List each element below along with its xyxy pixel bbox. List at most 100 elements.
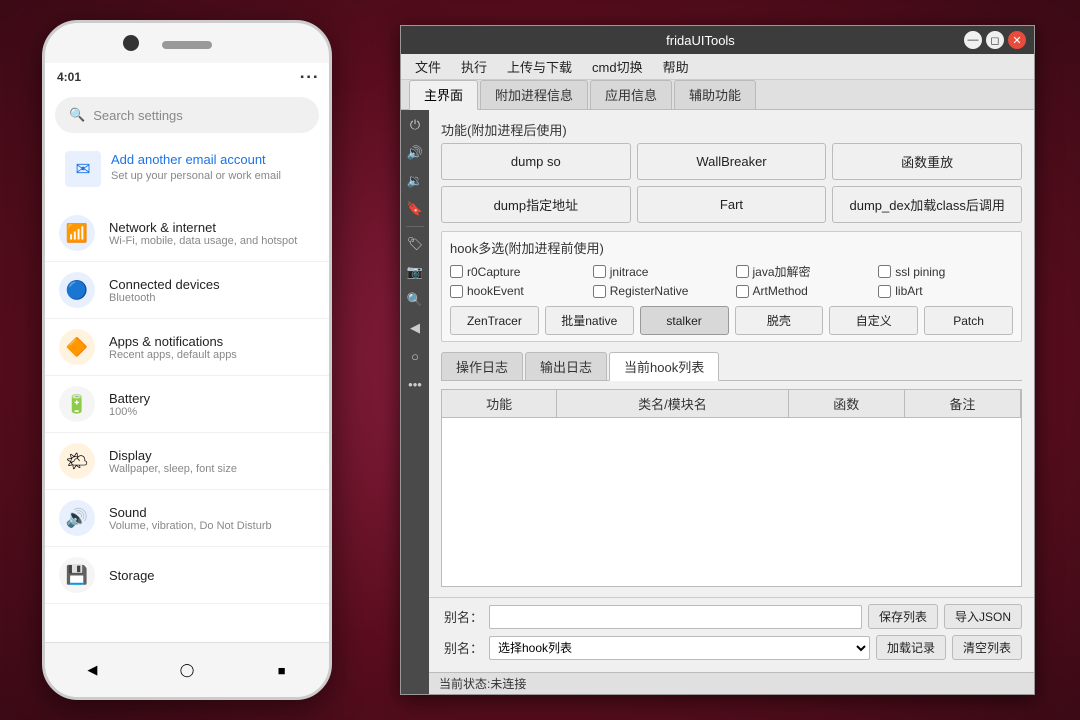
email-section: ✉ Add another email account Set up your … bbox=[55, 141, 319, 197]
cb-ssl-pining-input[interactable] bbox=[878, 265, 891, 278]
alias-row-1: 别名： 保存列表 导入JSON bbox=[441, 604, 1022, 629]
alias-input-1[interactable] bbox=[489, 605, 862, 629]
alias-label-1: 别名： bbox=[441, 607, 483, 626]
cb-hookevent-input[interactable] bbox=[450, 285, 463, 298]
side-separator-1 bbox=[406, 226, 424, 227]
cb-java-crypto[interactable]: java加解密 bbox=[736, 263, 871, 280]
hook-table: 功能 类名/模块名 函数 备注 bbox=[441, 389, 1022, 587]
btn-fart[interactable]: Fart bbox=[637, 186, 827, 223]
side-circle-icon[interactable]: ○ bbox=[404, 345, 426, 367]
menu-file[interactable]: 文件 bbox=[405, 55, 451, 78]
side-camera-icon[interactable]: 📷 bbox=[404, 261, 426, 283]
settings-item-apps[interactable]: 🔶 Apps & notifications Recent apps, defa… bbox=[45, 319, 329, 376]
cb-jnitrace-input[interactable] bbox=[593, 265, 606, 278]
tab-app-info[interactable]: 应用信息 bbox=[590, 80, 672, 109]
clear-list-button[interactable]: 清空列表 bbox=[952, 635, 1022, 660]
frida-window: fridaUITools — ◻ ✕ 文件 执行 上传与下载 cmd切换 帮助 … bbox=[400, 25, 1035, 695]
cb-libart[interactable]: libArt bbox=[878, 284, 1013, 298]
settings-item-display[interactable]: 🌤 Display Wallpaper, sleep, font size bbox=[45, 433, 329, 490]
load-record-button[interactable]: 加载记录 bbox=[876, 635, 946, 660]
display-icon: 🌤 bbox=[59, 443, 95, 479]
btn-stalker[interactable]: stalker bbox=[640, 306, 729, 335]
table-header-func: 功能 bbox=[442, 390, 557, 418]
settings-item-network[interactable]: 📶 Network & internet Wi-Fi, mobile, data… bbox=[45, 205, 329, 262]
maximize-button[interactable]: ◻ bbox=[986, 31, 1004, 49]
func-section: 功能(附加进程后使用) dump so WallBreaker 函数重放 dum… bbox=[441, 120, 1022, 223]
menu-cmd-switch[interactable]: cmd切换 bbox=[582, 55, 653, 78]
status-bar-bottom: 当前状态:未连接 bbox=[429, 672, 1034, 694]
email-subtitle: Set up your personal or work email bbox=[111, 169, 281, 184]
side-bookmark-icon[interactable]: 🔖 bbox=[404, 198, 426, 220]
close-button[interactable]: ✕ bbox=[1008, 31, 1026, 49]
side-more-icon[interactable]: ••• bbox=[404, 373, 426, 395]
side-power-icon[interactable]: ⏻ bbox=[404, 114, 426, 136]
side-volume-down-icon[interactable]: 🔉 bbox=[404, 170, 426, 192]
search-placeholder: Search settings bbox=[93, 108, 183, 123]
side-volume-up-icon[interactable]: 🔊 bbox=[404, 142, 426, 164]
settings-item-sound[interactable]: 🔊 Sound Volume, vibration, Do Not Distur… bbox=[45, 490, 329, 547]
back-button[interactable]: ◀ bbox=[78, 656, 106, 684]
settings-item-connected[interactable]: 🔵 Connected devices Bluetooth bbox=[45, 262, 329, 319]
side-back-icon[interactable]: ◀ bbox=[404, 317, 426, 339]
btn-func-replay[interactable]: 函数重放 bbox=[832, 143, 1022, 180]
cb-hookevent[interactable]: hookEvent bbox=[450, 284, 585, 298]
tab-main-interface[interactable]: 主界面 bbox=[409, 80, 478, 110]
hook-btn-row: ZenTracer 批量native stalker 脱壳 自定义 Patch bbox=[450, 306, 1013, 335]
log-tab-bar: 操作日志 输出日志 当前hook列表 bbox=[441, 352, 1022, 381]
menu-execute[interactable]: 执行 bbox=[451, 55, 497, 78]
cb-register-native-input[interactable] bbox=[593, 285, 606, 298]
btn-dump-dex[interactable]: dump_dex加载class后调用 bbox=[832, 186, 1022, 223]
cb-jnitrace[interactable]: jnitrace bbox=[593, 263, 728, 280]
email-icon: ✉ bbox=[65, 151, 101, 187]
phone-screen: 4:01 ▪ ▪ ▪ 🔍 Search settings ✉ Add anoth… bbox=[45, 63, 329, 642]
tab-attach-info[interactable]: 附加进程信息 bbox=[480, 80, 588, 109]
cb-artmethod-input[interactable] bbox=[736, 285, 749, 298]
email-title[interactable]: Add another email account bbox=[111, 151, 281, 169]
btn-dump-so[interactable]: dump so bbox=[441, 143, 631, 180]
settings-text-storage: Storage bbox=[109, 568, 155, 583]
settings-item-storage[interactable]: 💾 Storage bbox=[45, 547, 329, 604]
btn-zentracer[interactable]: ZenTracer bbox=[450, 306, 539, 335]
btn-wallbreaker[interactable]: WallBreaker bbox=[637, 143, 827, 180]
cb-libart-input[interactable] bbox=[878, 285, 891, 298]
cb-register-native[interactable]: RegisterNative bbox=[593, 284, 728, 298]
minimize-button[interactable]: — bbox=[964, 31, 982, 49]
desktop: 4:01 ▪ ▪ ▪ 🔍 Search settings ✉ Add anoth… bbox=[0, 0, 1080, 720]
cb-r0capture-input[interactable] bbox=[450, 265, 463, 278]
side-search-icon[interactable]: 🔍 bbox=[404, 289, 426, 311]
phone-nav-bar: ◀ ◯ ■ bbox=[45, 642, 329, 697]
menu-upload-download[interactable]: 上传与下载 bbox=[497, 55, 582, 78]
menu-help[interactable]: 帮助 bbox=[653, 55, 699, 78]
search-bar[interactable]: 🔍 Search settings bbox=[55, 97, 319, 133]
cb-r0capture[interactable]: r0Capture bbox=[450, 263, 585, 280]
import-json-button[interactable]: 导入JSON bbox=[944, 604, 1022, 629]
cb-artmethod[interactable]: ArtMethod bbox=[736, 284, 871, 298]
table-header-function: 函数 bbox=[788, 390, 904, 418]
cb-ssl-pining[interactable]: ssl pining bbox=[878, 263, 1013, 280]
btn-custom[interactable]: 自定义 bbox=[829, 306, 918, 335]
btn-unpack[interactable]: 脱壳 bbox=[735, 306, 824, 335]
side-tag-icon[interactable]: 🏷 bbox=[404, 233, 426, 255]
tab-aux-func[interactable]: 辅助功能 bbox=[674, 80, 756, 109]
log-tab-current-hook[interactable]: 当前hook列表 bbox=[609, 352, 719, 381]
log-tab-output[interactable]: 输出日志 bbox=[525, 352, 607, 380]
battery-settings-icon: 🔋 bbox=[59, 386, 95, 422]
right-content: 功能(附加进程后使用) dump so WallBreaker 函数重放 dum… bbox=[429, 110, 1034, 694]
save-list-button[interactable]: 保存列表 bbox=[868, 604, 938, 629]
btn-patch[interactable]: Patch bbox=[924, 306, 1013, 335]
storage-icon: 💾 bbox=[59, 557, 95, 593]
cb-java-crypto-input[interactable] bbox=[736, 265, 749, 278]
hook-list-select[interactable]: 选择hook列表 bbox=[489, 636, 870, 660]
home-button[interactable]: ◯ bbox=[173, 656, 201, 684]
settings-item-battery[interactable]: 🔋 Battery 100% bbox=[45, 376, 329, 433]
settings-text-apps: Apps & notifications Recent apps, defaul… bbox=[109, 334, 237, 361]
settings-text-connected: Connected devices Bluetooth bbox=[109, 277, 220, 304]
btn-dump-address[interactable]: dump指定地址 bbox=[441, 186, 631, 223]
log-tab-ops[interactable]: 操作日志 bbox=[441, 352, 523, 380]
recents-button[interactable]: ■ bbox=[268, 656, 296, 684]
phone-speaker bbox=[162, 41, 212, 49]
hook-section: hook多选(附加进程前使用) r0Capture jnitrace bbox=[441, 231, 1022, 342]
func-section-label: 功能(附加进程后使用) bbox=[441, 120, 1022, 139]
wifi-icon: ▪ bbox=[300, 72, 304, 83]
btn-batch-native[interactable]: 批量native bbox=[545, 306, 634, 335]
